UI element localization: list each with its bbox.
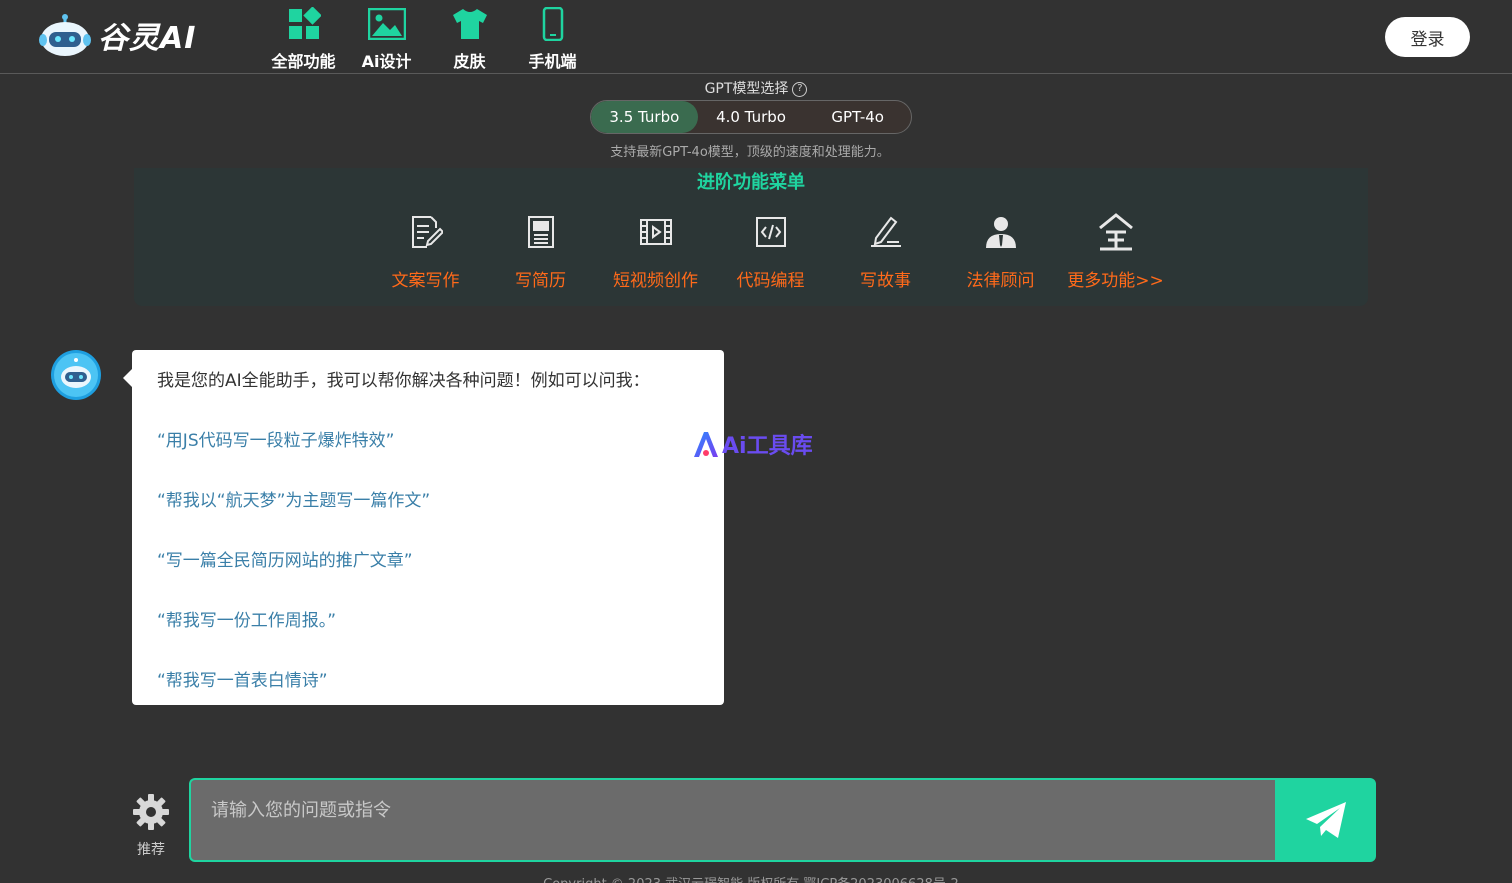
nav-all-features[interactable]: 全部功能 (262, 4, 345, 72)
example-prompt[interactable]: “用JS代码写一段粒子爆炸特效” (157, 426, 394, 451)
paper-plane-icon (1305, 802, 1346, 838)
pen-icon (866, 212, 906, 252)
example-prompt[interactable]: “帮我写一首表白情诗” (157, 666, 328, 691)
watermark: Ai工具库 (692, 428, 813, 460)
advanced-menu-items: 文案写作 写简历 短视频创作 代码编程 写故事 法律顾问 更多功能>> (368, 212, 1173, 291)
grid-icon (284, 4, 324, 44)
main-nav: 全部功能 Ai设计 皮肤 手机端 (262, 4, 594, 72)
adv-item-copywriting[interactable]: 文案写作 (368, 212, 483, 291)
adv-item-label: 法律顾问 (966, 271, 1035, 291)
model-title-text: GPT模型选择 (704, 81, 789, 97)
assistant-intro-text: 我是您的AI全能助手，我可以帮你解决各种问题！例如可以问我： (157, 371, 650, 391)
adv-item-label: 写故事 (860, 271, 911, 291)
adv-item-coding[interactable]: 代码编程 (713, 212, 828, 291)
nav-label: 手机端 (528, 52, 577, 71)
model-switch: 3.5 Turbo 4.0 Turbo GPT-4o (590, 100, 912, 134)
adv-item-legal[interactable]: 法律顾问 (943, 212, 1058, 291)
video-icon (636, 212, 676, 252)
help-icon[interactable]: ? (792, 81, 808, 97)
nav-mobile[interactable]: 手机端 (511, 4, 594, 72)
model-select-title: GPT模型选择? (0, 78, 1512, 98)
adv-item-story[interactable]: 写故事 (828, 212, 943, 291)
advanced-menu-panel: 进阶功能菜单 文案写作 写简历 短视频创作 代码编程 写故事 法律顾问 更多功能… (134, 168, 1368, 306)
edit-document-icon (406, 212, 446, 252)
nav-label: Ai设计 (361, 52, 412, 71)
model-option-4-0-turbo[interactable]: 4.0 Turbo (698, 101, 805, 133)
footer-copyright: Copyright © 2023 武汉云璟智能 版权所有 鄂ICP备202300… (0, 873, 1502, 883)
logo[interactable]: 谷灵AI (38, 12, 196, 58)
nav-ai-design[interactable]: Ai设计 (345, 4, 428, 72)
tshirt-icon (450, 4, 490, 44)
adv-item-label: 更多功能>> (1067, 271, 1164, 291)
adv-item-more[interactable]: 更多功能>> (1058, 212, 1173, 291)
nav-label: 皮肤 (453, 52, 486, 71)
recommend-label: 推荐 (137, 842, 165, 858)
code-icon (751, 212, 791, 252)
advanced-menu-title: 进阶功能菜单 (697, 172, 805, 193)
phone-icon (533, 4, 573, 44)
adv-item-short-video[interactable]: 短视频创作 (598, 212, 713, 291)
example-prompt[interactable]: “写一篇全民简历网站的推广文章” (157, 546, 413, 571)
resume-icon (521, 212, 561, 252)
send-button[interactable] (1275, 778, 1376, 862)
adv-item-label: 短视频创作 (613, 271, 698, 291)
model-option-3-5-turbo[interactable]: 3.5 Turbo (591, 101, 698, 133)
watermark-logo-icon (694, 432, 718, 457)
example-prompt[interactable]: “帮我写一份工作周报。” (157, 606, 336, 631)
header: 谷灵AI 全部功能 Ai设计 皮肤 手机端 登录 (0, 0, 1512, 74)
model-option-gpt-4o[interactable]: GPT-4o (804, 101, 911, 133)
nav-skin[interactable]: 皮肤 (428, 4, 511, 72)
brand-name: 谷灵AI (98, 21, 197, 56)
gear-icon (133, 794, 169, 830)
quan-icon (1096, 212, 1136, 252)
recommend-button[interactable]: 推荐 (126, 793, 176, 859)
login-button[interactable]: 登录 (1385, 17, 1470, 57)
assistant-message-bubble: 我是您的AI全能助手，我可以帮你解决各种问题！例如可以问我： “用JS代码写一段… (123, 350, 724, 705)
nav-label: 全部功能 (271, 52, 336, 71)
model-note: 支持最新GPT-4o模型，顶级的速度和处理能力。 (610, 145, 890, 160)
lawyer-icon (981, 212, 1021, 252)
adv-item-resume[interactable]: 写简历 (483, 212, 598, 291)
robot-logo-icon (39, 14, 91, 56)
message-input[interactable] (189, 778, 1276, 862)
bot-avatar (51, 350, 101, 400)
image-icon (367, 4, 407, 44)
watermark-text: Ai工具库 (722, 434, 813, 459)
adv-item-label: 写简历 (515, 271, 566, 291)
example-prompt[interactable]: “帮我以“航天梦”为主题写一篇作文” (157, 486, 430, 511)
adv-item-label: 代码编程 (736, 271, 805, 291)
adv-item-label: 文案写作 (391, 271, 460, 291)
